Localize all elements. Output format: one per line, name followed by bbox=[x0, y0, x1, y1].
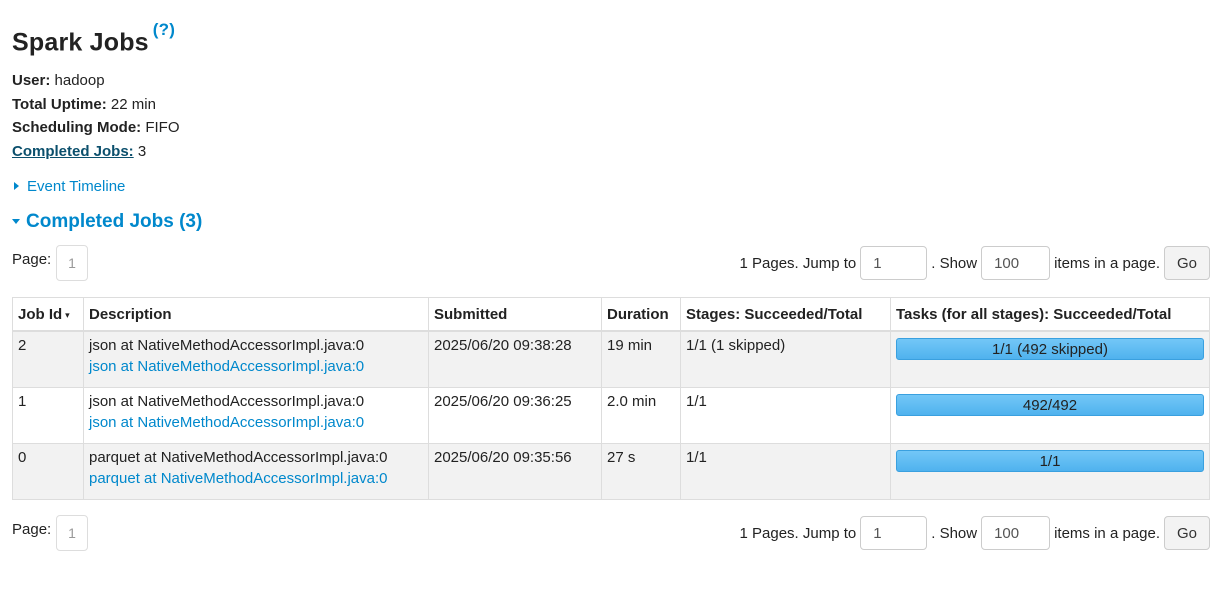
job-id-cell: 1 bbox=[12, 387, 84, 444]
header-tasks[interactable]: Tasks (for all stages): Succeeded/Total bbox=[890, 297, 1210, 332]
description-cell: json at NativeMethodAccessorImpl.java:0 … bbox=[83, 387, 429, 444]
sort-desc-icon: ▾ bbox=[65, 309, 70, 320]
go-button[interactable]: Go bbox=[1164, 246, 1210, 280]
scheduling-value: FIFO bbox=[145, 119, 180, 136]
show-text: . Show bbox=[931, 254, 978, 272]
pager-top: Page: 1 1 Pages. Jump to . Show items in… bbox=[12, 245, 1210, 283]
header-description[interactable]: Description bbox=[83, 297, 429, 332]
summary-completed: Completed Jobs: 3 bbox=[12, 142, 180, 166]
duration-cell: 2.0 min bbox=[601, 387, 681, 444]
header-duration[interactable]: Duration bbox=[601, 297, 681, 332]
table-header-row: Job Id ▾ Description Submitted Duration S… bbox=[12, 297, 1210, 332]
duration-cell: 19 min bbox=[601, 330, 681, 388]
pages-text: 1 Pages. Jump to bbox=[739, 524, 857, 542]
completed-jobs-table: Job Id ▾ Description Submitted Duration S… bbox=[12, 297, 1210, 500]
job-detail-link[interactable]: json at NativeMethodAccessorImpl.java:0 bbox=[89, 414, 423, 431]
page-title: Spark Jobs (?) bbox=[12, 20, 175, 57]
tasks-cell: 492/492 bbox=[890, 387, 1210, 444]
stages-cell: 1/1 (1 skipped) bbox=[680, 330, 891, 388]
summary-uptime: Total Uptime: 22 min bbox=[12, 95, 180, 119]
tasks-progress-bar: 1/1 (492 skipped) bbox=[896, 338, 1204, 360]
job-detail-link[interactable]: parquet at NativeMethodAccessorImpl.java… bbox=[89, 470, 423, 487]
header-job-id[interactable]: Job Id ▾ bbox=[12, 297, 84, 332]
description-cell: json at NativeMethodAccessorImpl.java:0 … bbox=[83, 330, 429, 388]
tasks-cell: 1/1 (492 skipped) bbox=[890, 330, 1210, 388]
help-link[interactable]: (?) bbox=[153, 20, 175, 39]
description-cell: parquet at NativeMethodAccessorImpl.java… bbox=[83, 443, 429, 500]
pager-controls: 1 Pages. Jump to . Show items in a page.… bbox=[739, 515, 1210, 551]
tasks-progress-bar: 1/1 bbox=[896, 450, 1204, 472]
header-stages[interactable]: Stages: Succeeded/Total bbox=[680, 297, 891, 332]
summary-list: User: hadoop Total Uptime: 22 min Schedu… bbox=[12, 71, 180, 165]
caret-right-icon bbox=[14, 182, 19, 190]
duration-cell: 27 s bbox=[601, 443, 681, 500]
stages-cell: 1/1 bbox=[680, 443, 891, 500]
event-timeline-toggle[interactable]: Event Timeline bbox=[14, 178, 125, 195]
submitted-cell: 2025/06/20 09:36:25 bbox=[428, 387, 602, 444]
table-row: 1 json at NativeMethodAccessorImpl.java:… bbox=[12, 387, 1210, 444]
show-text: . Show bbox=[931, 524, 978, 542]
completed-jobs-count: 3 bbox=[137, 142, 147, 160]
job-detail-link[interactable]: json at NativeMethodAccessorImpl.java:0 bbox=[89, 358, 423, 375]
jump-to-page-input[interactable] bbox=[860, 516, 928, 550]
page-size-input[interactable] bbox=[981, 516, 1051, 550]
summary-user: User: hadoop bbox=[12, 71, 180, 95]
page-size-input[interactable] bbox=[981, 246, 1051, 280]
tasks-cell: 1/1 bbox=[890, 443, 1210, 500]
page-number-button[interactable]: 1 bbox=[56, 245, 88, 281]
submitted-cell: 2025/06/20 09:38:28 bbox=[428, 330, 602, 388]
completed-jobs-link[interactable]: Completed Jobs: bbox=[12, 143, 134, 160]
items-text: items in a page. bbox=[1054, 524, 1160, 542]
page-label: Page: bbox=[12, 521, 52, 538]
uptime-value: 22 min bbox=[110, 95, 156, 113]
uptime-label: Total Uptime: bbox=[12, 95, 107, 113]
page-number-button[interactable]: 1 bbox=[56, 515, 88, 551]
pager-bottom: Page: 1 1 Pages. Jump to . Show items in… bbox=[12, 515, 1210, 553]
summary-scheduling: Scheduling Mode: FIFO bbox=[12, 118, 180, 142]
caret-down-icon bbox=[12, 219, 20, 224]
jump-to-page-input[interactable] bbox=[860, 246, 928, 280]
job-id-cell: 2 bbox=[12, 330, 84, 388]
job-id-cell: 0 bbox=[12, 443, 84, 500]
page-label: Page: bbox=[12, 251, 52, 268]
pager-controls: 1 Pages. Jump to . Show items in a page.… bbox=[739, 245, 1210, 281]
table-row: 2 json at NativeMethodAccessorImpl.java:… bbox=[12, 330, 1210, 388]
header-job-id-label: Job Id bbox=[18, 305, 63, 323]
scheduling-label: Scheduling Mode: bbox=[12, 119, 142, 136]
table-row: 0 parquet at NativeMethodAccessorImpl.ja… bbox=[12, 443, 1210, 500]
stages-cell: 1/1 bbox=[680, 387, 891, 444]
submitted-cell: 2025/06/20 09:35:56 bbox=[428, 443, 602, 500]
description-text: parquet at NativeMethodAccessorImpl.java… bbox=[89, 449, 388, 466]
help-superscript: (?) bbox=[153, 20, 175, 39]
event-timeline-label: Event Timeline bbox=[27, 178, 126, 195]
header-submitted[interactable]: Submitted bbox=[428, 297, 602, 332]
completed-jobs-header[interactable]: Completed Jobs (3) bbox=[12, 211, 202, 233]
items-text: items in a page. bbox=[1054, 254, 1160, 272]
tasks-progress-bar: 492/492 bbox=[896, 394, 1204, 416]
user-value: hadoop bbox=[54, 72, 105, 89]
description-text: json at NativeMethodAccessorImpl.java:0 bbox=[89, 393, 365, 410]
completed-jobs-title: Completed Jobs (3) bbox=[26, 211, 203, 232]
pages-text: 1 Pages. Jump to bbox=[739, 254, 857, 272]
user-label: User: bbox=[12, 72, 51, 89]
description-text: json at NativeMethodAccessorImpl.java:0 bbox=[89, 337, 365, 354]
go-button[interactable]: Go bbox=[1164, 516, 1210, 550]
page-title-text: Spark Jobs bbox=[12, 28, 149, 57]
